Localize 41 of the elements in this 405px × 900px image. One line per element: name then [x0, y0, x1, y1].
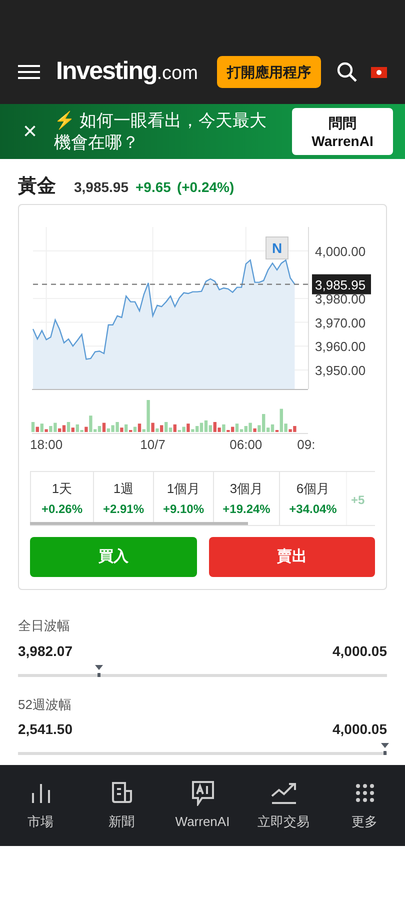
ask-warrenai-button[interactable]: 問問 WarrenAI [292, 108, 393, 155]
range-high: 4,000.05 [332, 720, 387, 739]
y-axis-label: 3,950.00 [315, 362, 366, 378]
nav-tab[interactable]: 市場 [0, 765, 81, 846]
open-app-button[interactable]: 打開應用程序 [217, 56, 321, 88]
x-axis-label: 18:00 [30, 437, 63, 452]
y-axis-label: 3,970.00 [315, 315, 366, 330]
flag-icon[interactable] [371, 66, 387, 78]
instrument-name: 黃金 [18, 175, 56, 199]
change-percent-text: (+0.24%) [176, 178, 234, 197]
sell-button[interactable]: 賣出 [208, 537, 375, 577]
nav-tab[interactable]: 新聞 [81, 765, 162, 846]
ai-chat-icon [190, 780, 216, 806]
bar-chart-icon [30, 782, 52, 804]
investing-logo[interactable]: Investing.com [56, 53, 198, 91]
trend-up-icon [270, 780, 298, 805]
price-text: 3,985.95 [74, 178, 128, 197]
newspaper-icon [110, 780, 134, 805]
scrollbar[interactable] [30, 522, 248, 525]
range-high: 4,000.05 [332, 642, 387, 660]
change-text: +9.65 [136, 178, 171, 197]
range-title: 全日波幅 [18, 617, 71, 635]
nav-tab[interactable]: 立即交易 [243, 765, 324, 846]
close-button[interactable]: × [20, 120, 40, 144]
menu-icon[interactable] [18, 64, 40, 80]
x-axis-label: 09: [297, 437, 316, 452]
ref-line-label: 3,985.95 [315, 277, 366, 292]
x-axis-label: 06:00 [230, 437, 262, 452]
search-icon[interactable] [337, 62, 357, 82]
nav-tab[interactable]: WarrenAI [162, 765, 243, 846]
range-low: 3,982.07 [18, 642, 72, 660]
range-low: 2,541.50 [18, 720, 72, 739]
x-axis-label: 10/7 [140, 437, 166, 452]
range-title: 52週波幅 [18, 696, 72, 714]
y-axis-label: 4,000.00 [315, 244, 366, 259]
nav-tab[interactable]: 更多 [324, 765, 405, 846]
period-tab[interactable]: 6個月 +34.04% [279, 472, 346, 525]
grid-dots-icon [354, 782, 374, 803]
banner-text: ⚡ 如何一眼看出，今天最大機會在哪？ [54, 110, 268, 154]
price-tag: 3,985.95 [312, 274, 371, 294]
y-axis-label: 3,960.00 [315, 339, 366, 354]
